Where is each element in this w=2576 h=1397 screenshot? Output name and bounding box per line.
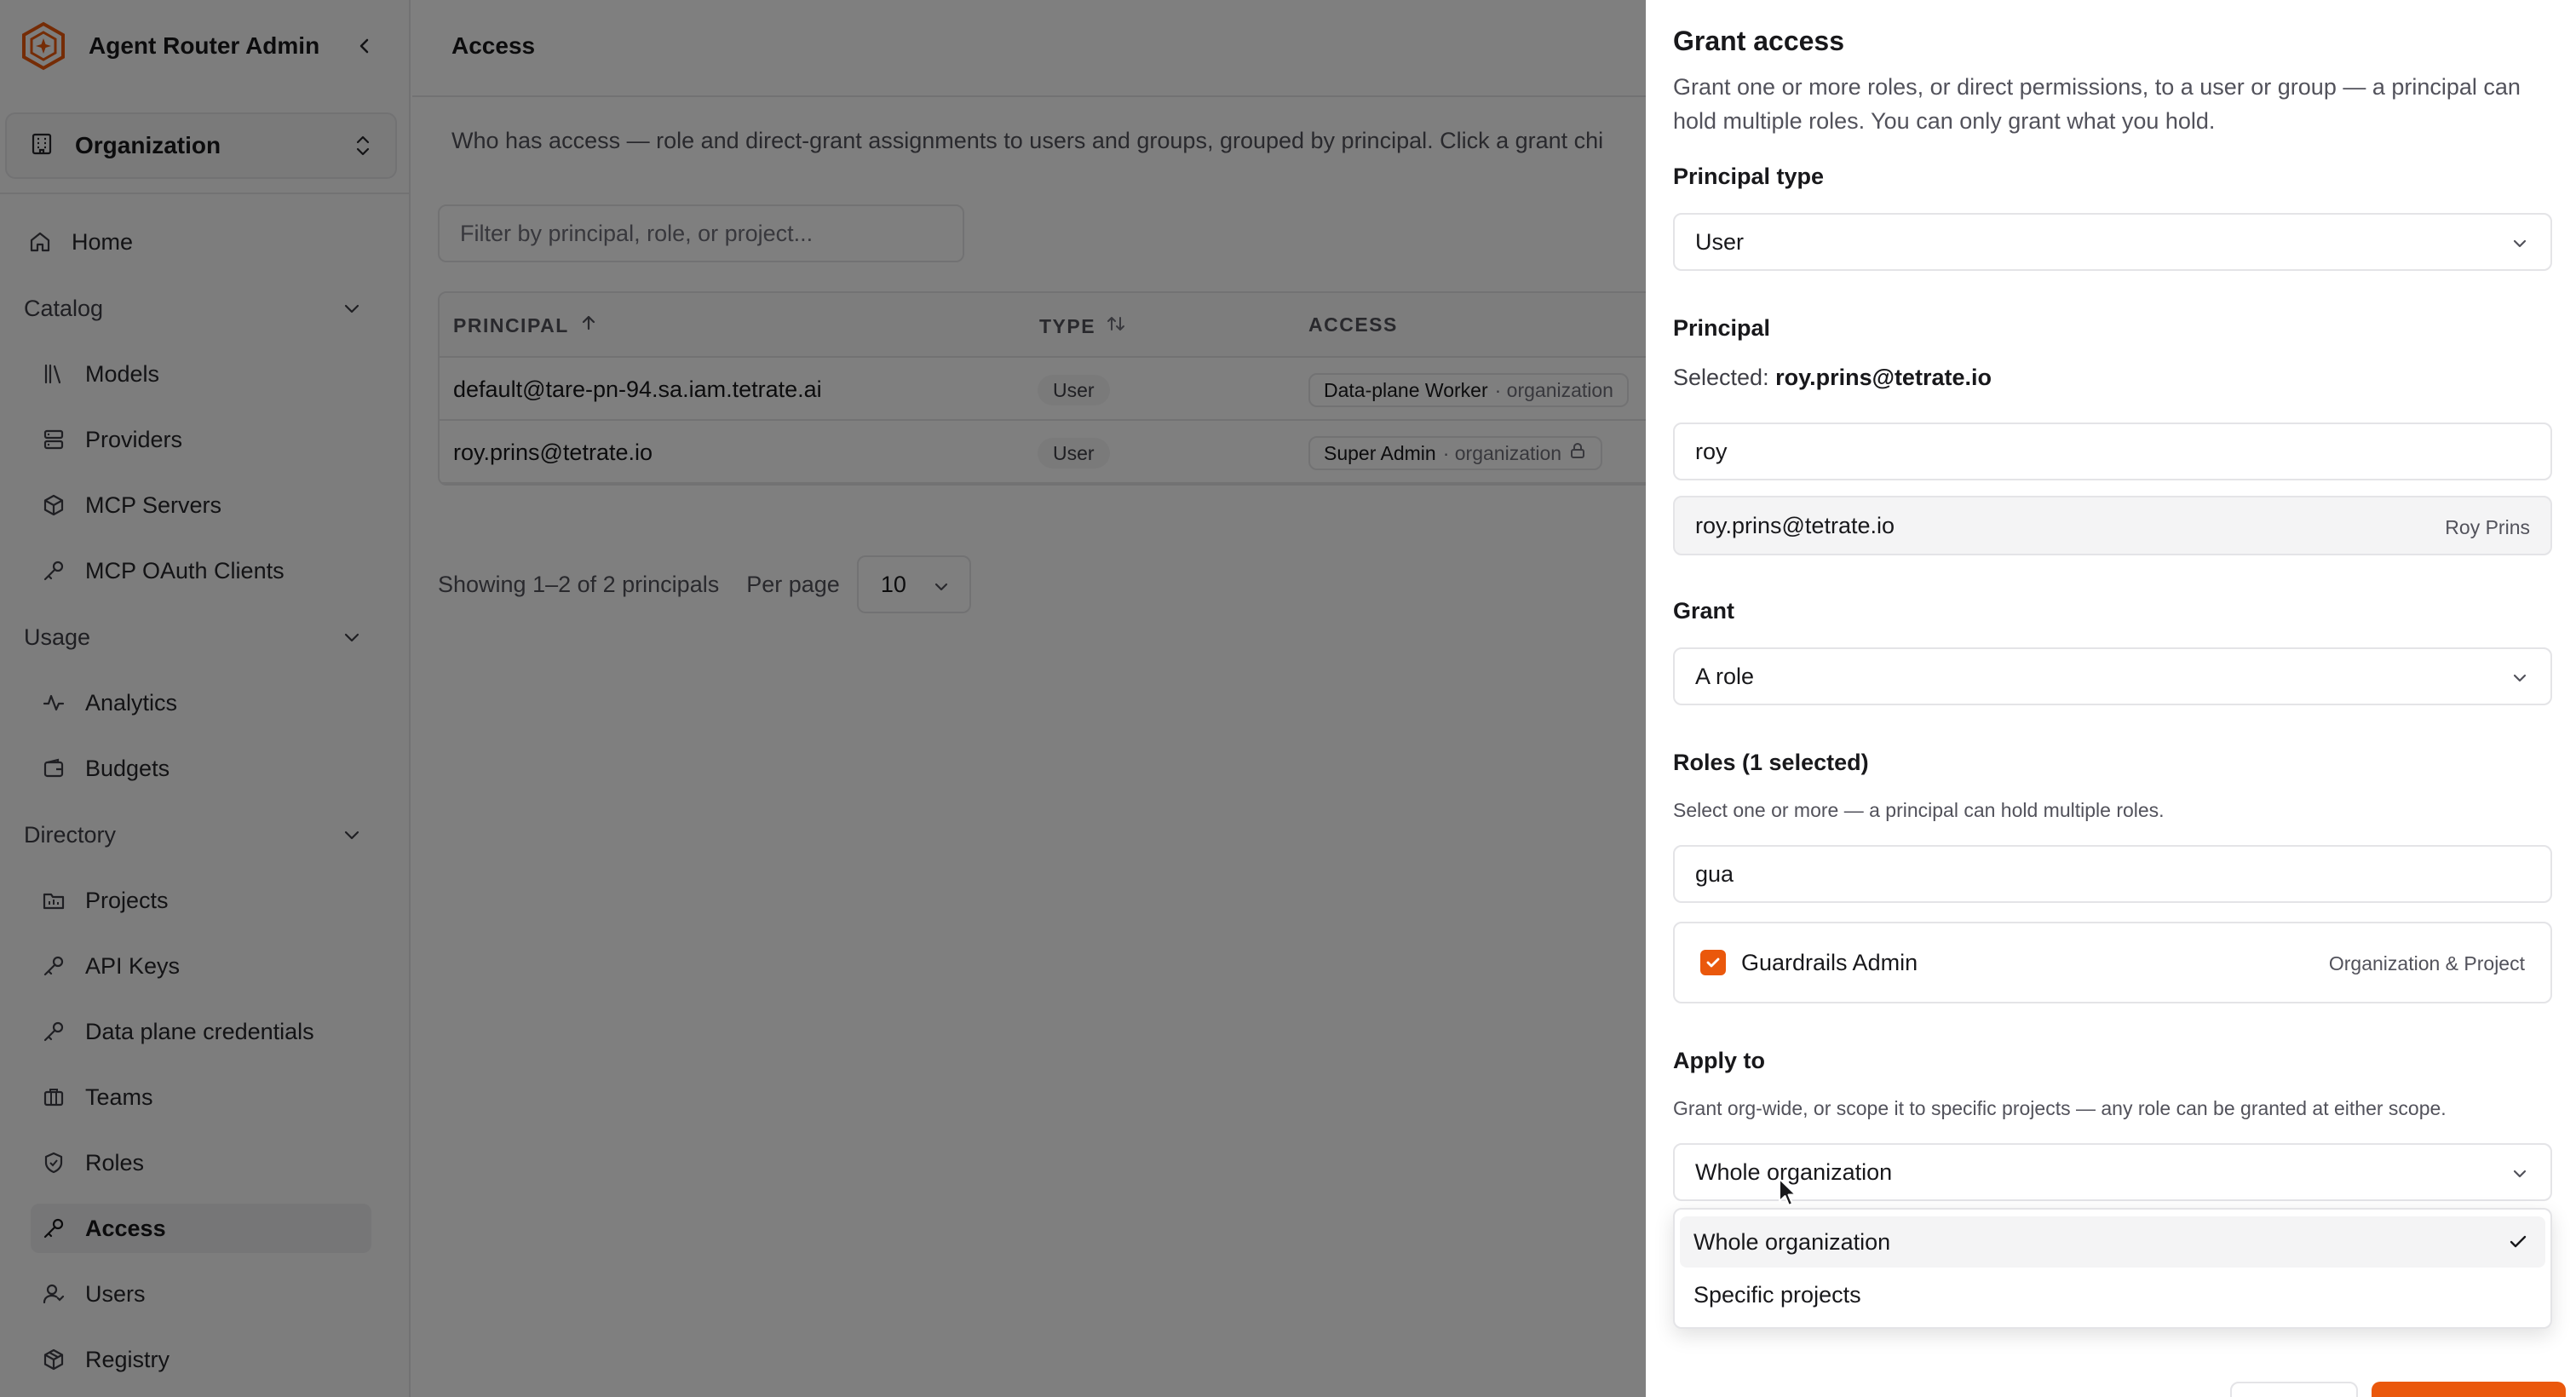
drawer-title: Grant access — [1673, 26, 1845, 56]
roles-search-input[interactable]: gua — [1673, 845, 2552, 903]
suggestion-name: Roy Prins — [2445, 516, 2530, 538]
principal-selected: Selected: roy.prins@tetrate.io — [1673, 365, 1992, 391]
chevron-down-icon — [2510, 233, 2530, 260]
roles-search-value: gua — [1695, 860, 1734, 887]
principal-suggestion[interactable]: roy.prins@tetrate.io Roy Prins — [1673, 496, 2552, 555]
principal-type-value: User — [1695, 228, 1745, 255]
roles-help: Select one or more — a principal can hol… — [1673, 799, 2165, 821]
grant-value: A role — [1695, 663, 1755, 689]
option-specific-projects[interactable]: Specific projects — [1680, 1269, 2545, 1320]
option-label: Whole organization — [1693, 1228, 1891, 1255]
chevron-down-icon — [2510, 668, 2530, 694]
principal-search-value: roy — [1695, 438, 1728, 464]
cancel-button[interactable] — [2230, 1382, 2358, 1397]
mouse-cursor-icon — [1779, 1178, 1797, 1206]
grant-label: Grant — [1673, 598, 1735, 624]
check-icon — [2506, 1230, 2530, 1260]
roles-label: Roles (1 selected) — [1673, 750, 1869, 775]
apply-to-label: Apply to — [1673, 1048, 1765, 1073]
principal-search-input[interactable]: roy — [1673, 423, 2552, 480]
apply-to-dropdown: Whole organization Specific projects — [1673, 1208, 2552, 1329]
chevron-down-icon — [2510, 1164, 2530, 1190]
role-option[interactable]: Guardrails Admin Organization & Project — [1673, 922, 2552, 1003]
apply-to-help: Grant org-wide, or scope it to specific … — [1673, 1097, 2447, 1119]
grant-select[interactable]: A role — [1673, 647, 2552, 705]
role-name: Guardrails Admin — [1741, 949, 1918, 975]
principal-type-label: Principal type — [1673, 164, 1825, 189]
modal-backdrop[interactable] — [0, 0, 1647, 1397]
option-label: Specific projects — [1693, 1281, 1861, 1308]
role-checkbox[interactable] — [1700, 950, 1726, 975]
option-whole-organization[interactable]: Whole organization — [1680, 1216, 2545, 1268]
grant-button[interactable] — [2372, 1382, 2566, 1397]
suggestion-email: roy.prins@tetrate.io — [1695, 512, 1895, 538]
role-scope: Organization & Project — [2328, 952, 2525, 974]
principal-selected-label: Selected: — [1673, 365, 1769, 390]
principal-type-select[interactable]: User — [1673, 213, 2552, 271]
apply-to-select[interactable]: Whole organization — [1673, 1143, 2552, 1201]
principal-label: Principal — [1673, 315, 1771, 341]
principal-selected-value: roy.prins@tetrate.io — [1775, 365, 1992, 390]
drawer-description: Grant one or more roles, or direct permi… — [1673, 74, 2521, 134]
